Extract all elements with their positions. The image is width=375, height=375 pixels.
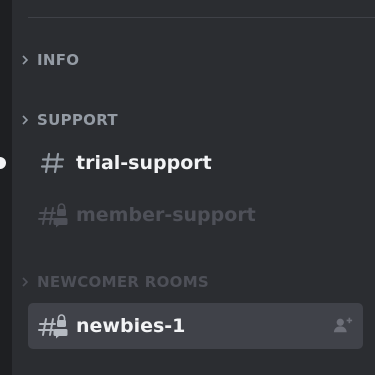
channel-member-support[interactable]: member-support <box>28 198 363 232</box>
chevron-right-icon <box>20 115 30 125</box>
category-support[interactable]: SUPPORT <box>20 108 118 132</box>
server-list-edge <box>0 0 12 375</box>
channel-trial-support[interactable]: trial-support <box>28 146 363 180</box>
channel-newbies-1[interactable]: newbies-1 <box>28 303 363 349</box>
locked-hashtag-thread-icon <box>38 202 68 228</box>
channel-sidebar: INFO SUPPORT trial-support member-suppor… <box>12 0 375 375</box>
locked-hashtag-thread-icon <box>38 313 68 339</box>
chevron-right-icon <box>20 55 30 65</box>
category-label: NEWCOMER ROOMS <box>37 273 210 291</box>
divider <box>28 17 375 18</box>
hashtag-icon <box>38 150 68 176</box>
chevron-right-icon <box>20 277 30 287</box>
category-label: INFO <box>37 51 80 69</box>
channel-name: newbies-1 <box>76 315 186 337</box>
channel-name: trial-support <box>76 152 212 174</box>
category-newcomer-rooms[interactable]: NEWCOMER ROOMS <box>20 270 209 294</box>
channel-name: member-support <box>76 204 256 226</box>
create-invite-icon[interactable] <box>333 316 353 334</box>
category-info[interactable]: INFO <box>20 48 79 72</box>
category-label: SUPPORT <box>37 111 118 129</box>
